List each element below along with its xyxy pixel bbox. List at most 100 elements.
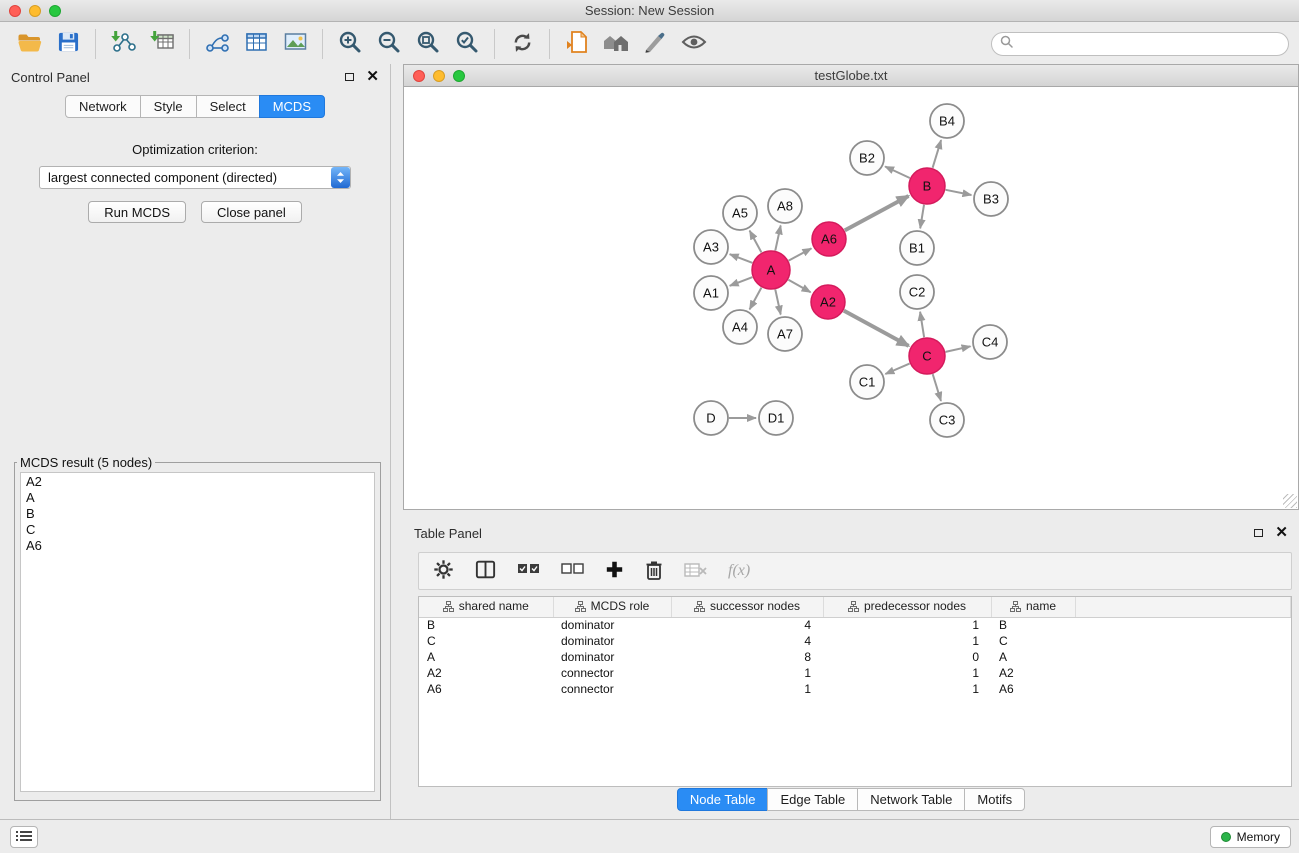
network-node-B3[interactable]: B3 [974,182,1008,216]
network-node-A8[interactable]: A8 [768,189,802,223]
tab-edge-table[interactable]: Edge Table [767,788,858,811]
result-item[interactable]: A2 [26,474,369,490]
network-node-A6[interactable]: A6 [812,222,846,256]
close-network-window-button[interactable] [413,70,425,82]
delete-table-button[interactable] [684,562,707,581]
network-node-C1[interactable]: C1 [850,365,884,399]
table-row[interactable]: A6connector11A6 [419,681,1291,697]
table-row[interactable]: A2connector11A2 [419,665,1291,681]
refresh-button[interactable] [503,27,541,61]
run-mcds-button[interactable]: Run MCDS [88,201,186,223]
table-settings-button[interactable] [433,559,454,583]
network-edge-A-A8[interactable] [775,226,780,251]
tab-network-table[interactable]: Network Table [857,788,965,811]
mcds-result-list[interactable]: A2 A B C A6 [20,472,375,792]
table-row[interactable]: Bdominator41B [419,617,1291,633]
network-edge-C-C3[interactable] [933,374,941,401]
network-node-A3[interactable]: A3 [694,230,728,264]
tab-select[interactable]: Select [196,95,260,118]
column-header-shared-name[interactable]: shared name [419,597,553,617]
network-node-B2[interactable]: B2 [850,141,884,175]
zoom-in-button[interactable] [331,27,369,61]
search-input[interactable] [1018,37,1280,51]
network-edge-A-A1[interactable] [730,277,753,286]
close-window-button[interactable] [9,5,21,17]
network-node-C2[interactable]: C2 [900,275,934,309]
table-row[interactable]: Adominator80A [419,649,1291,665]
network-edge-A6-B[interactable] [845,196,909,230]
home-views-button[interactable] [597,27,635,61]
deselect-all-rows-button[interactable] [561,563,584,579]
task-history-button[interactable] [10,826,38,848]
optimization-criterion-dropdown[interactable]: largest connected component (directed) [39,166,351,189]
column-header-predecessor-nodes[interactable]: predecessor nodes [823,597,991,617]
network-edge-A-A4[interactable] [750,288,762,310]
network-node-D[interactable]: D [694,401,728,435]
network-edge-B-B4[interactable] [933,140,942,168]
save-session-button[interactable] [49,27,87,61]
close-panel-button[interactable]: Close panel [201,201,302,223]
result-item[interactable]: A6 [26,538,369,554]
zoom-fit-button[interactable] [409,27,447,61]
export-image-button[interactable] [276,27,314,61]
close-table-panel-icon[interactable]: ✕ [1275,528,1288,538]
result-item[interactable]: B [26,506,369,522]
zoom-selected-button[interactable] [448,27,486,61]
network-node-D1[interactable]: D1 [759,401,793,435]
network-edge-A-A6[interactable] [789,248,812,260]
result-item[interactable]: C [26,522,369,538]
network-edge-A2-C[interactable] [844,311,909,346]
network-edge-C-C2[interactable] [920,312,924,337]
open-session-button[interactable] [10,27,48,61]
tab-motifs[interactable]: Motifs [964,788,1025,811]
show-columns-button[interactable] [475,560,496,582]
network-edge-A-A7[interactable] [775,290,780,315]
network-edge-B-B2[interactable] [885,167,910,179]
tab-node-table[interactable]: Node Table [677,788,769,811]
float-table-panel-icon[interactable] [1254,529,1263,537]
network-node-B1[interactable]: B1 [900,231,934,265]
minimize-network-window-button[interactable] [433,70,445,82]
network-edge-A-A3[interactable] [730,254,753,263]
open-recent-session-button[interactable] [558,27,596,61]
import-table-button[interactable] [143,27,181,61]
network-node-A4[interactable]: A4 [723,310,757,344]
zoom-window-button[interactable] [49,5,61,17]
import-network-button[interactable] [104,27,142,61]
column-header-name[interactable]: name [991,597,1075,617]
column-header-successor-nodes[interactable]: successor nodes [671,597,823,617]
new-network-button[interactable] [198,27,236,61]
table-row[interactable]: Cdominator41C [419,633,1291,649]
float-panel-icon[interactable] [345,73,354,81]
network-node-C3[interactable]: C3 [930,403,964,437]
window-resize-handle[interactable] [1283,494,1297,508]
network-node-B[interactable]: B [909,168,945,204]
apply-style-button[interactable] [636,27,674,61]
network-edge-C-C4[interactable] [946,346,971,352]
network-node-A7[interactable]: A7 [768,317,802,351]
create-column-button[interactable] [605,560,624,582]
tab-style[interactable]: Style [140,95,197,118]
delete-column-button[interactable] [645,560,663,583]
minimize-window-button[interactable] [29,5,41,17]
network-edge-C-C1[interactable] [885,364,909,374]
tab-mcds[interactable]: MCDS [259,95,325,118]
select-all-rows-button[interactable] [517,563,540,579]
network-node-C4[interactable]: C4 [973,325,1007,359]
network-node-A2[interactable]: A2 [811,285,845,319]
network-edge-B-B1[interactable] [920,205,924,229]
close-panel-icon[interactable]: ✕ [366,72,379,82]
result-item[interactable]: A [26,490,369,506]
zoom-out-button[interactable] [370,27,408,61]
column-header-mcds-role[interactable]: MCDS role [553,597,671,617]
new-table-icon-button[interactable] [237,27,275,61]
network-node-A5[interactable]: A5 [723,196,757,230]
network-edge-B-B3[interactable] [946,190,972,195]
network-edge-A-A5[interactable] [750,231,762,253]
network-node-A[interactable]: A [752,251,790,289]
show-hide-graphics-button[interactable] [675,27,713,61]
memory-button[interactable]: Memory [1210,826,1291,848]
network-node-B4[interactable]: B4 [930,104,964,138]
network-node-A1[interactable]: A1 [694,276,728,310]
network-edge-A-A2[interactable] [788,280,810,292]
